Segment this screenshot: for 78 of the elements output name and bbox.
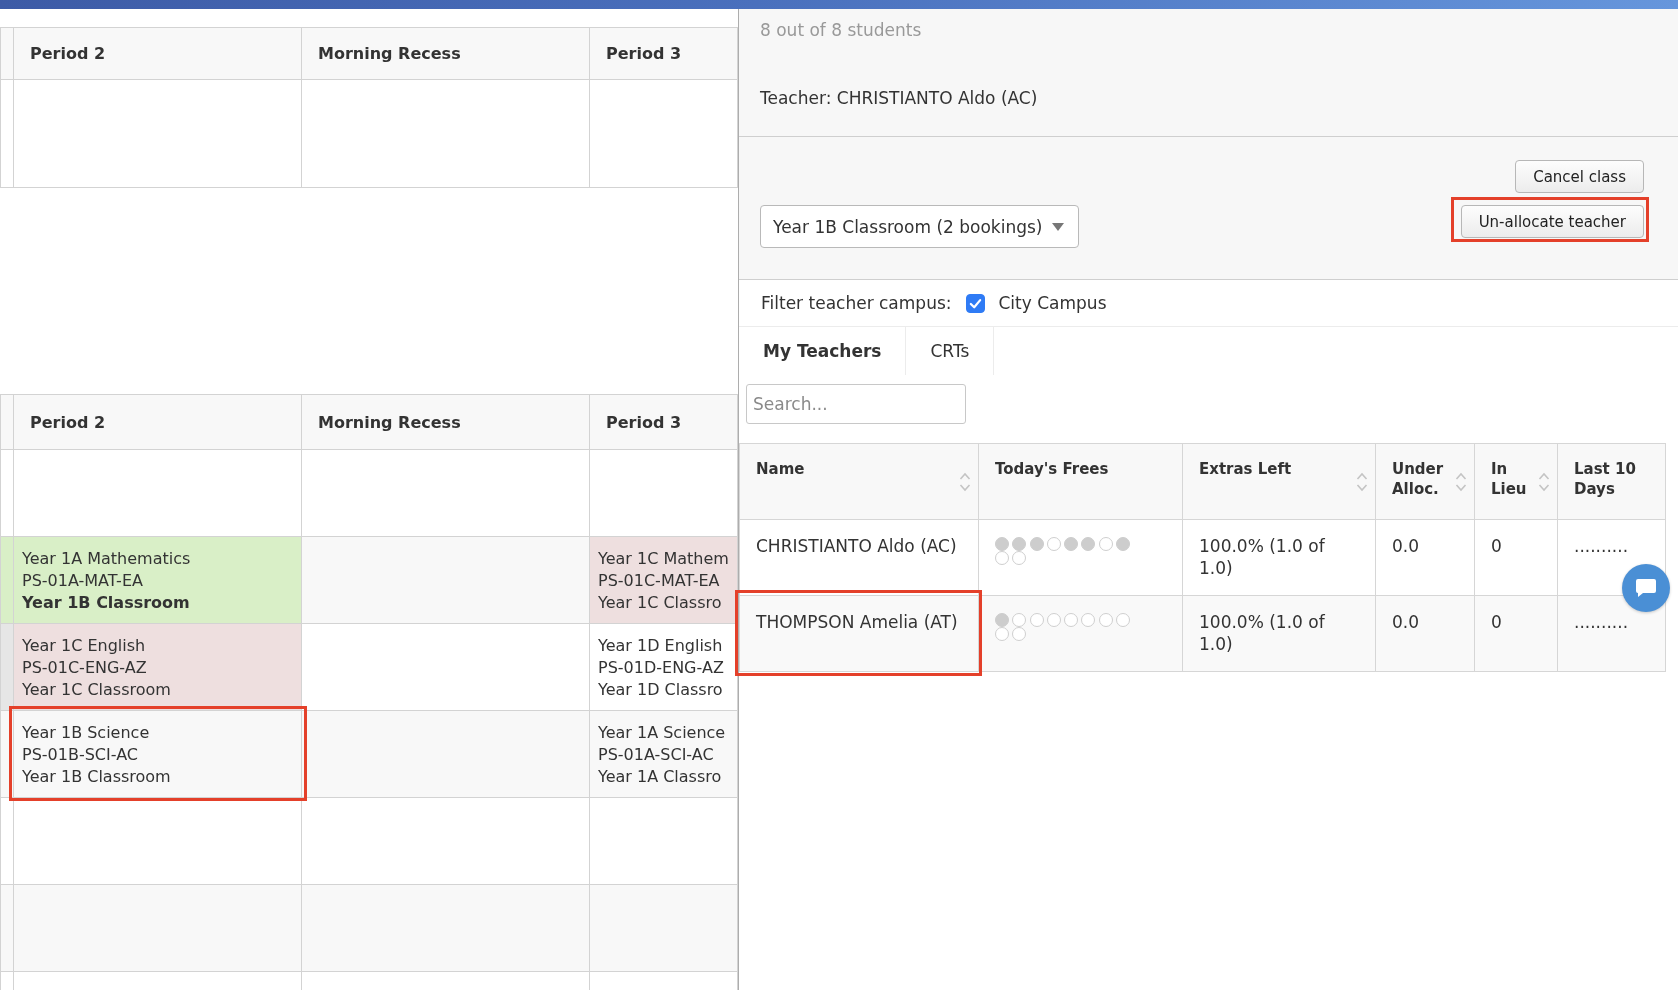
- in-lieu-text: 0: [1491, 536, 1502, 556]
- checkbox-label[interactable]: City Campus: [998, 293, 1107, 313]
- class-code: PS-01B-SCI-AC: [22, 744, 138, 766]
- room-name: Year 1B Classroom: [22, 766, 171, 788]
- checkbox[interactable]: [965, 293, 985, 313]
- teacher-label: Teacher: CHRISTIANTO Aldo (AC): [760, 88, 1038, 108]
- class-code: PS-01D-ENG-AZ: [598, 657, 724, 679]
- class-code: PS-01A-MAT-EA: [22, 570, 143, 592]
- tab[interactable]: My Teachers: [739, 327, 907, 375]
- student-count: 8 out of 8 students: [760, 20, 922, 40]
- timetable-cell[interactable]: [13, 79, 302, 188]
- column-header: Last 10 Days: [1574, 459, 1637, 499]
- under-alloc-text: 0.0: [1392, 536, 1420, 556]
- timetable-cell[interactable]: [13, 884, 302, 972]
- timetable-cell[interactable]: Year 1A Mathematics PS-01A-MAT-EA Year 1B Classroom: [13, 536, 302, 624]
- last-10-days-text: ..........: [1574, 612, 1629, 632]
- timetable-cell[interactable]: [301, 79, 590, 188]
- timetable-cell[interactable]: [301, 449, 590, 537]
- class-name: Year 1D English: [598, 635, 723, 657]
- column-header[interactable]: Extras Left: [1199, 459, 1292, 479]
- class-code: PS-01C-MAT-EA: [598, 570, 720, 592]
- timetable-cell[interactable]: [301, 884, 590, 972]
- timetable-cell[interactable]: [0, 449, 14, 537]
- timetable-cell[interactable]: [0, 623, 14, 711]
- timetable-cell[interactable]: [0, 884, 14, 972]
- action-button[interactable]: Cancel class: [1515, 160, 1644, 193]
- class-name: Year 1B Science: [22, 722, 150, 744]
- timetable-cell[interactable]: [301, 623, 590, 711]
- filter-label: Filter teacher campus:: [761, 293, 952, 313]
- search-field[interactable]: Search...: [746, 384, 966, 424]
- column-header: Period 3: [589, 394, 738, 450]
- class-code: PS-01C-ENG-AZ: [22, 657, 147, 679]
- sort-icon[interactable]: [1455, 471, 1467, 493]
- timetable-cell[interactable]: [13, 449, 302, 537]
- timetable-cell[interactable]: [589, 79, 738, 188]
- speech-bubble-icon: [1635, 578, 1657, 598]
- column-header: Period 3: [589, 27, 738, 80]
- column-header[interactable]: Name: [756, 459, 805, 479]
- timetable-cell[interactable]: [0, 797, 14, 885]
- tab[interactable]: CRTs: [906, 327, 995, 375]
- room-name: Year 1C Classroom: [22, 679, 171, 701]
- room-name: Year 1B Classroom: [22, 592, 190, 614]
- column-header: Morning Recess: [301, 27, 590, 80]
- extras-left-text: 100.0% (1.0 of 1.0): [1199, 536, 1325, 578]
- timetable-cell[interactable]: Year 1C English PS-01C-ENG-AZ Year 1C Classroom: [13, 623, 302, 711]
- timetable-cell[interactable]: Year 1C Mathem PS-01C-MAT-EA Year 1C Classro: [589, 536, 738, 624]
- action-button[interactable]: Un-allocate teacher: [1460, 205, 1644, 238]
- sort-icon[interactable]: [1538, 471, 1550, 493]
- column-header: Morning Recess: [301, 394, 590, 450]
- timetable-cell[interactable]: [589, 884, 738, 972]
- timetable-cell[interactable]: [301, 710, 590, 798]
- class-name: Year 1C English: [22, 635, 146, 657]
- class-name: Year 1A Science: [598, 722, 726, 744]
- timetable-cell[interactable]: [589, 449, 738, 537]
- sort-icon[interactable]: [959, 471, 971, 493]
- class-name: Year 1C Mathem: [598, 548, 729, 570]
- room-name: Year 1A Classro: [598, 766, 722, 788]
- timetable-cell[interactable]: [0, 536, 14, 624]
- caret-icon: [1052, 222, 1064, 231]
- room-name: Year 1D Classro: [598, 679, 723, 701]
- timetable-cell[interactable]: [301, 797, 590, 885]
- column-header: Today's Frees: [995, 459, 1109, 479]
- timetable-cell[interactable]: [0, 79, 14, 188]
- column-header: Period 2: [13, 27, 302, 80]
- extras-left-text: 100.0% (1.0 of 1.0): [1199, 612, 1325, 654]
- last-10-days-text: ..........: [1574, 536, 1629, 556]
- timetable-cell[interactable]: [589, 797, 738, 885]
- class-name: Year 1A Mathematics: [22, 548, 191, 570]
- room-dropdown[interactable]: Year 1B Classroom (2 bookings): [760, 205, 1079, 248]
- under-alloc-text: 0.0: [1392, 612, 1420, 632]
- timetable-cell[interactable]: Year 1D English PS-01D-ENG-AZ Year 1D Classro: [589, 623, 738, 711]
- sort-icon[interactable]: [1356, 471, 1368, 493]
- column-header: Period 2: [13, 394, 302, 450]
- timetable-cell[interactable]: [301, 536, 590, 624]
- class-code: PS-01A-SCI-AC: [598, 744, 714, 766]
- room-name: Year 1C Classro: [598, 592, 722, 614]
- timetable-cell[interactable]: Year 1A Science PS-01A-SCI-AC Year 1A Classro: [589, 710, 738, 798]
- in-lieu-text: 0: [1491, 612, 1502, 632]
